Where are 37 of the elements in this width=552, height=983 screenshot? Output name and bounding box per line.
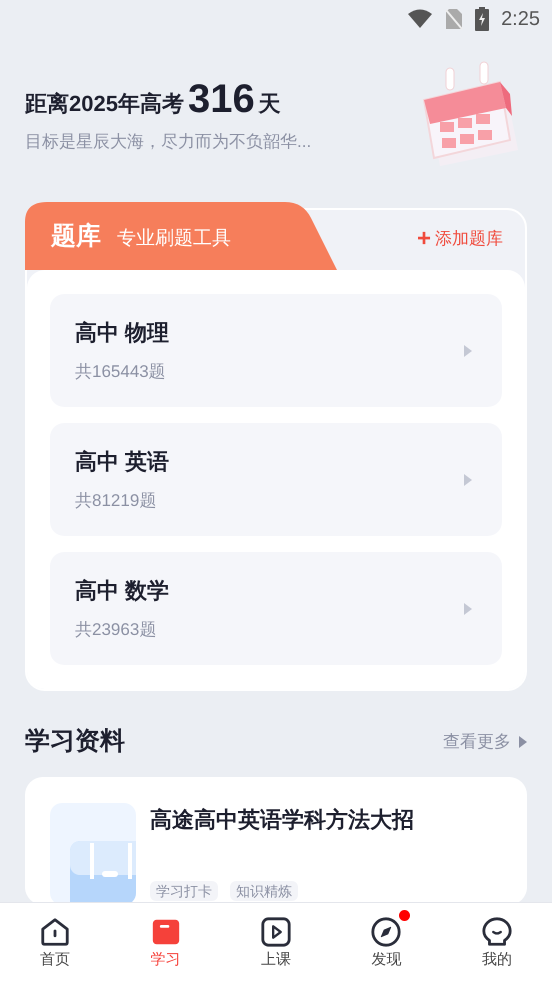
chevron-right-icon [464,344,472,356]
subject-name: 高中 英语 [75,448,170,476]
tab-item[interactable]: 我的 [442,903,552,983]
subject-item[interactable]: 高中 数学 共23963题 [50,552,502,665]
subject-item[interactable]: 高中 英语 共81219题 [50,423,502,536]
question-count: 共165443题 [75,361,167,384]
tab-item[interactable]: 发现 [331,903,442,983]
battery-charging-icon [475,7,490,31]
compass-icon [370,916,402,948]
question-bank-subtitle: 专业刷题工具 [117,227,231,251]
subject-item[interactable]: 高中 物理 共165443题 [50,294,502,407]
chevron-right-icon [464,474,472,486]
no-sim-icon [445,8,464,30]
subject-name: 高中 数学 [75,577,170,606]
motto-text: 目标是星辰大海，尽力而为不负韶华... [25,131,312,154]
countdown-unit: 天 [258,90,281,118]
section-title: 学习资料 [25,726,125,757]
question-count: 共23963题 [75,619,158,642]
subject-name: 高中 物理 [75,319,170,348]
home-icon [39,916,72,948]
material-tag: 知识精炼 [230,880,298,900]
material-tag: 学习打卡 [150,880,218,900]
tab-item[interactable]: 首页 [0,903,110,983]
material-title: 高途高中英语学科方法大招 [150,806,414,834]
material-card[interactable]: 高途高中英语学科方法大招 学习打卡 知识精炼 [25,776,527,904]
tab-item[interactable]: 上课 [220,903,332,983]
tab-item[interactable]: 学习 [110,903,221,983]
countdown-label: 距离2025年高考 [25,90,184,118]
play-icon [260,916,292,948]
status-time: 2:25 [501,7,540,32]
countdown-days: 316 [188,77,255,122]
question-count: 共81219题 [75,490,158,512]
caret-right-icon [519,736,527,748]
face-icon [480,916,513,948]
question-bank-title: 题库 [51,221,101,252]
wifi-icon [407,9,434,29]
chevron-right-icon [464,602,472,614]
